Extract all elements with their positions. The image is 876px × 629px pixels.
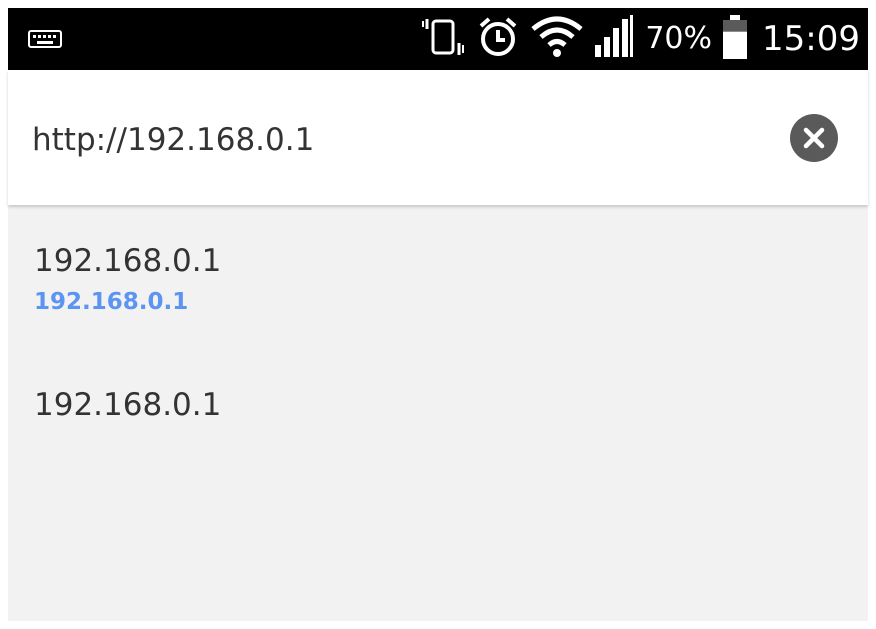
suggestion-item[interactable]: 192.168.0.1 xyxy=(8,355,868,465)
address-bar xyxy=(8,70,868,205)
wifi-icon xyxy=(531,15,583,63)
browser-screen: 70% 15:09 192.168.0.1 19 xyxy=(0,0,876,629)
status-clock: 15:09 xyxy=(762,19,860,59)
suggestion-title: 192.168.0.1 xyxy=(34,387,222,423)
battery-icon xyxy=(722,14,748,64)
suggestion-item[interactable]: 192.168.0.1 192.168.0.1 xyxy=(8,205,868,335)
vibrate-icon xyxy=(421,15,465,63)
status-bar: 70% 15:09 xyxy=(8,8,868,70)
suggestion-list: 192.168.0.1 192.168.0.1 192.168.0.1 xyxy=(8,205,868,621)
battery-percentage: 70% xyxy=(645,21,713,56)
status-icons: 70% 15:09 xyxy=(421,8,860,70)
alarm-clock-icon xyxy=(475,14,521,64)
cell-signal-icon xyxy=(593,15,635,63)
keyboard-icon xyxy=(28,30,62,48)
suggestion-url: 192.168.0.1 xyxy=(34,289,189,315)
suggestion-title: 192.168.0.1 xyxy=(34,243,222,279)
clear-url-button[interactable] xyxy=(790,114,838,162)
url-input[interactable] xyxy=(32,118,752,162)
